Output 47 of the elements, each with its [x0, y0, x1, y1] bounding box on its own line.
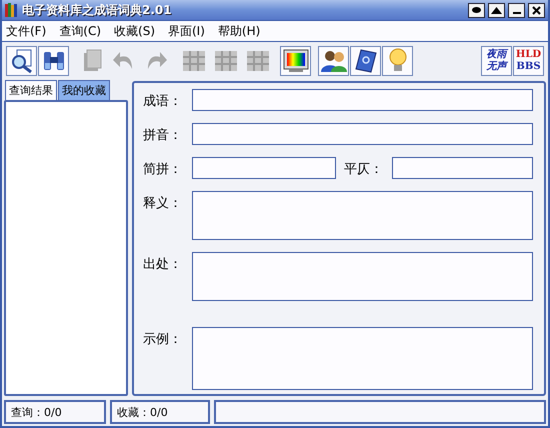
text-area[interactable] — [192, 327, 533, 390]
toolbar-button[interactable] — [280, 46, 311, 76]
grid-icon — [246, 50, 270, 72]
field-label: 简拼： — [143, 161, 183, 179]
grid-icon — [214, 50, 238, 72]
toolbar-button[interactable] — [318, 46, 349, 76]
lightbulb-icon — [388, 48, 406, 74]
menu-item[interactable]: 文件(F) — [6, 22, 46, 40]
book-icon — [354, 49, 378, 73]
rollup-button[interactable] — [468, 2, 485, 18]
field-label: 释义： — [143, 195, 183, 213]
field-label: 示例： — [143, 331, 183, 349]
text-area[interactable] — [192, 191, 533, 240]
monitor-icon — [282, 49, 308, 73]
field-label: 出处： — [143, 256, 183, 274]
maximize-button[interactable] — [488, 2, 505, 18]
input-field[interactable] — [192, 123, 533, 145]
triangle-up-icon — [491, 6, 502, 14]
grid-icon — [182, 50, 206, 72]
logo-button[interactable]: 夜雨 无声 — [481, 46, 512, 76]
input-field[interactable] — [392, 157, 533, 179]
tab[interactable]: 查询结果 — [5, 80, 57, 100]
dot-icon — [472, 7, 481, 13]
result-list[interactable] — [4, 100, 128, 396]
toolbar-button[interactable] — [38, 46, 69, 76]
close-icon — [532, 6, 541, 14]
people-icon — [320, 49, 348, 73]
menu-item[interactable]: 界面(I) — [168, 22, 205, 40]
status-text: 查询：0/0 — [4, 400, 106, 424]
field-label: 成语： — [143, 93, 183, 111]
field-label: 平仄： — [343, 161, 384, 179]
tab[interactable]: 我的收藏 — [58, 80, 110, 100]
field-label: 拼音： — [143, 127, 183, 145]
menu-item[interactable]: 收藏(S) — [114, 22, 155, 40]
input-field[interactable] — [192, 89, 533, 111]
logo-button[interactable]: HLD BBS — [513, 46, 544, 76]
input-field[interactable] — [192, 157, 336, 179]
books-icon — [5, 3, 19, 17]
menu-item[interactable]: 帮助(H) — [218, 22, 260, 40]
status-text: 收藏：0/0 — [110, 400, 210, 424]
menu-item[interactable]: 查询(C) — [59, 22, 102, 40]
toolbar-button[interactable] — [6, 46, 37, 76]
minimize-button[interactable] — [508, 2, 525, 18]
text-area[interactable] — [192, 252, 533, 301]
close-button[interactable] — [528, 2, 545, 18]
toolbar-button[interactable] — [350, 46, 381, 76]
window-title: 电子资料库之成语词典2.01 — [22, 2, 173, 18]
